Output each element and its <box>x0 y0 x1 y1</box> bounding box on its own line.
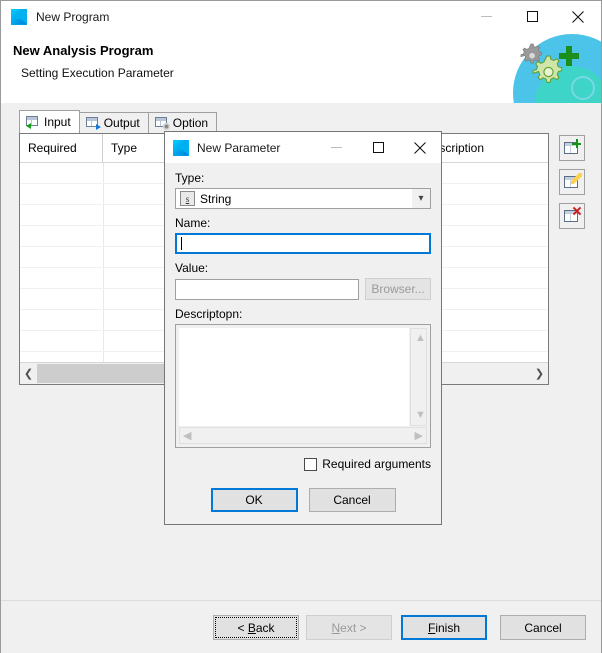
tab-strip: Input Output Option <box>19 110 218 133</box>
finish-button[interactable]: Finish <box>401 615 487 640</box>
tab-option-label: Option <box>172 116 209 130</box>
app-logo-icon <box>11 8 27 25</box>
ok-button[interactable]: OK <box>210 488 298 512</box>
string-type-icon: s <box>180 191 195 206</box>
type-select[interactable]: s String ▾ <box>175 188 431 209</box>
chevron-down-icon[interactable]: ▾ <box>412 189 430 208</box>
maximize-icon[interactable] <box>509 1 555 32</box>
grid-toolbar <box>559 135 587 237</box>
scroll-right-icon[interactable]: ▶ <box>415 431 423 442</box>
wizard-footer: < Back Next > Finish Cancel <box>1 600 601 653</box>
description-horizontal-scrollbar[interactable]: ◀ ▶ <box>179 427 427 444</box>
dialog-maximize-icon[interactable] <box>357 133 399 163</box>
grid-option-icon <box>154 117 170 130</box>
scroll-right-icon[interactable]: ❯ <box>531 364 548 383</box>
cancel-button-label: Cancel <box>524 620 562 635</box>
close-icon[interactable] <box>555 1 601 32</box>
required-arguments-row: Required arguments <box>175 457 431 471</box>
type-label: Type: <box>175 171 205 185</box>
dialog-cancel-button[interactable]: Cancel <box>308 488 396 512</box>
dialog-body: Type: s String ▾ Name: Value: Browser...… <box>165 171 441 512</box>
description-text[interactable] <box>179 328 409 426</box>
scroll-left-icon[interactable]: ◀ <box>183 431 191 442</box>
grid-column-required[interactable]: Required <box>20 134 103 162</box>
back-button-label: < Back <box>237 620 275 635</box>
scroll-up-icon[interactable]: ▲ <box>415 333 426 344</box>
new-parameter-dialog: New Parameter Type: s String ▾ Name: Val… <box>164 131 442 525</box>
type-select-value: String <box>200 191 232 206</box>
edit-parameter-button[interactable] <box>559 169 585 195</box>
delete-parameter-button[interactable] <box>559 203 585 229</box>
name-label: Name: <box>175 216 211 230</box>
description-textarea[interactable]: ▲ ▼ ◀ ▶ <box>175 324 431 448</box>
required-arguments-checkbox[interactable] <box>304 457 318 471</box>
page-title: New Analysis Program <box>13 43 154 58</box>
browse-button[interactable]: Browser... <box>365 278 431 300</box>
tab-option[interactable]: Option <box>147 112 218 133</box>
tab-input[interactable]: Input <box>19 110 80 133</box>
finish-button-label: Finish <box>427 620 461 635</box>
value-label: Value: <box>175 261 209 275</box>
back-button[interactable]: < Back <box>213 615 299 640</box>
cancel-button[interactable]: Cancel <box>500 615 586 640</box>
page-subtitle: Setting Execution Parameter <box>21 66 174 80</box>
text-caret <box>181 237 182 250</box>
dialog-minimize-icon[interactable] <box>315 133 357 163</box>
window-title: New Program <box>36 9 110 24</box>
grid-out-icon <box>85 117 101 130</box>
name-input[interactable] <box>175 233 431 254</box>
window-titlebar: New Program <box>1 1 601 32</box>
dialog-titlebar: New Parameter <box>165 132 441 164</box>
tab-output[interactable]: Output <box>78 112 149 133</box>
dialog-title: New Parameter <box>197 140 281 155</box>
grid-in-icon <box>26 116 40 129</box>
gears-plus-banner-graphic <box>493 32 601 103</box>
required-arguments-label[interactable]: Required arguments <box>322 457 431 471</box>
description-label: Descriptopn: <box>175 307 243 321</box>
dialog-button-row: OK Cancel <box>175 488 431 512</box>
next-button[interactable]: Next > <box>306 615 392 640</box>
dialog-close-icon[interactable] <box>399 133 441 163</box>
description-vertical-scrollbar[interactable]: ▲ ▼ <box>410 328 427 426</box>
wizard-header: New Analysis Program Setting Execution P… <box>1 32 601 104</box>
add-parameter-button[interactable] <box>559 135 585 161</box>
tab-input-label: Input <box>44 115 71 129</box>
next-button-label: Next > <box>331 620 367 635</box>
tab-output-label: Output <box>103 116 140 130</box>
value-input[interactable] <box>175 278 359 300</box>
minimize-icon[interactable] <box>463 1 509 32</box>
app-logo-icon <box>173 139 189 156</box>
value-row: Browser... <box>175 278 431 300</box>
scroll-left-icon[interactable]: ❮ <box>20 364 37 383</box>
scroll-down-icon[interactable]: ▼ <box>415 410 426 421</box>
application-window: New Program New Analysis Program Setting… <box>0 0 602 653</box>
